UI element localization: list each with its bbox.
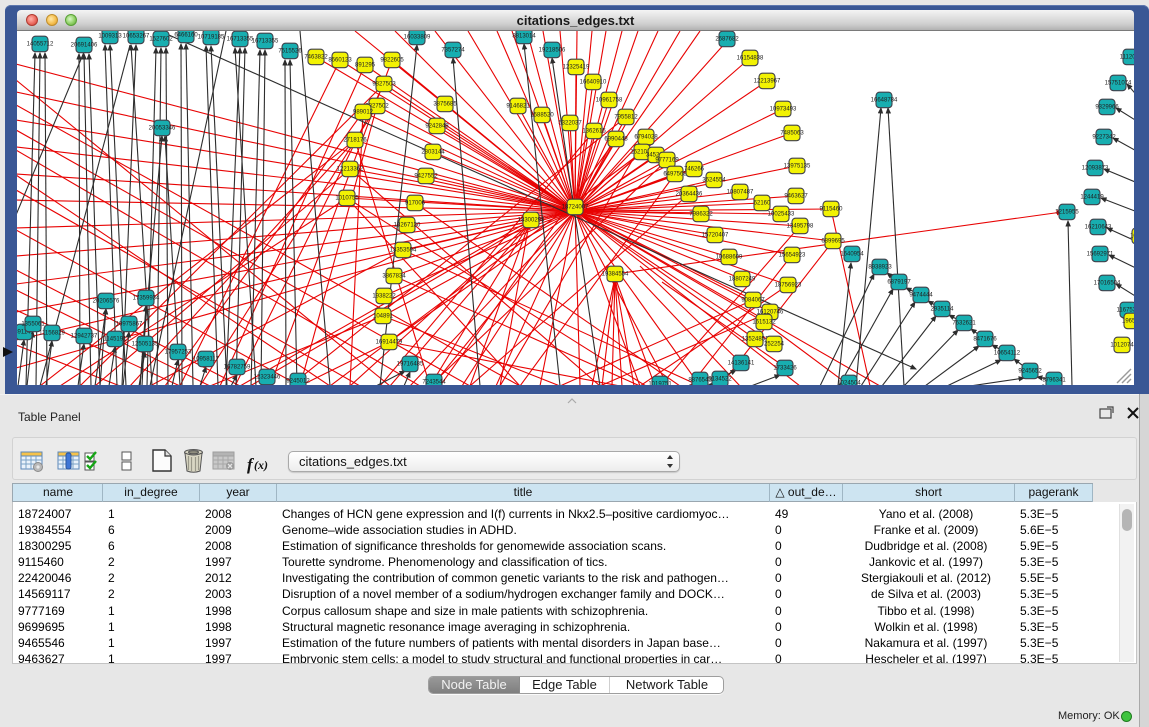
svg-text:9115460: 9115460 bbox=[820, 207, 844, 213]
svg-text:13353594: 13353594 bbox=[390, 248, 417, 254]
svg-text:9463627: 9463627 bbox=[784, 194, 808, 200]
svg-text:3215955: 3215955 bbox=[1055, 210, 1079, 216]
svg-text:9777169: 9777169 bbox=[655, 158, 679, 164]
svg-text:19218506: 19218506 bbox=[539, 48, 566, 54]
svg-text:1938222: 1938222 bbox=[372, 294, 396, 300]
svg-text:20364436: 20364436 bbox=[676, 192, 703, 198]
svg-text:7485063: 7485063 bbox=[780, 131, 804, 137]
svg-text:1733426: 1733426 bbox=[773, 366, 797, 372]
svg-text:6794028: 6794028 bbox=[634, 135, 658, 141]
svg-text:9242848: 9242848 bbox=[425, 124, 449, 130]
svg-text:1024504: 1024504 bbox=[837, 381, 861, 386]
svg-text:12325419: 12325419 bbox=[563, 65, 590, 71]
svg-text:9134522: 9134522 bbox=[708, 377, 732, 383]
svg-text:19384554: 19384554 bbox=[602, 272, 629, 278]
svg-text:62160: 62160 bbox=[754, 201, 771, 207]
svg-text:3875685: 3875685 bbox=[433, 102, 457, 108]
svg-text:3624554: 3624554 bbox=[702, 178, 726, 184]
svg-text:16648784: 16648784 bbox=[871, 98, 898, 104]
svg-text:1167531: 1167531 bbox=[1117, 308, 1134, 314]
svg-text:18756923: 18756923 bbox=[775, 283, 802, 289]
svg-text:15654923: 15654923 bbox=[779, 253, 806, 259]
svg-text:6899695: 6899695 bbox=[821, 239, 845, 245]
svg-text:1112045: 1112045 bbox=[1120, 55, 1134, 61]
svg-text:2803144: 2803144 bbox=[421, 150, 445, 156]
svg-text:9245652: 9245652 bbox=[1018, 369, 1042, 375]
svg-text:1362615: 1362615 bbox=[582, 129, 606, 135]
svg-text:7357274: 7357274 bbox=[441, 48, 465, 54]
svg-text:196553: 196553 bbox=[1122, 319, 1134, 325]
svg-text:2935114: 2935114 bbox=[931, 307, 955, 313]
svg-text:16154838: 16154838 bbox=[737, 56, 764, 62]
svg-text:9827503: 9827503 bbox=[372, 82, 396, 88]
svg-text:7243544: 7243544 bbox=[422, 380, 446, 386]
svg-text:10654112: 10654112 bbox=[994, 351, 1021, 357]
svg-text:1019751: 1019751 bbox=[648, 382, 672, 386]
svg-text:10688609: 10688609 bbox=[716, 255, 743, 261]
svg-text:6879197: 6879197 bbox=[887, 280, 911, 286]
svg-text:2687682: 2687682 bbox=[715, 37, 739, 43]
svg-text:9329966: 9329966 bbox=[1095, 105, 1119, 111]
svg-text:7632621: 7632621 bbox=[952, 321, 976, 327]
svg-text:7463822: 7463822 bbox=[304, 55, 328, 61]
svg-text:9146821: 9146821 bbox=[506, 104, 530, 110]
svg-text:1588520: 1588520 bbox=[530, 113, 554, 119]
svg-text:7986322: 7986322 bbox=[689, 212, 713, 218]
svg-text:9227342: 9227342 bbox=[1092, 135, 1116, 141]
svg-text:(x): (x) bbox=[254, 458, 268, 472]
svg-text:18807249: 18807249 bbox=[729, 277, 756, 283]
svg-text:9427552: 9427552 bbox=[414, 174, 438, 180]
svg-text:9084067: 9084067 bbox=[741, 298, 765, 304]
svg-text:5322037: 5322037 bbox=[558, 121, 582, 127]
svg-text:917006: 917006 bbox=[405, 201, 426, 207]
svg-text:8796341: 8796341 bbox=[1042, 378, 1066, 384]
svg-text:19716485: 19716485 bbox=[397, 362, 424, 368]
svg-text:8471676: 8471676 bbox=[973, 337, 997, 343]
svg-text:18300295: 18300295 bbox=[518, 218, 545, 224]
svg-text:6990448: 6990448 bbox=[604, 137, 628, 143]
svg-text:252254: 252254 bbox=[764, 342, 785, 348]
svg-text:1244419: 1244419 bbox=[1080, 195, 1104, 201]
svg-text:7955812: 7955812 bbox=[614, 115, 638, 121]
svg-text:1012074: 1012074 bbox=[1110, 343, 1134, 349]
svg-text:1640954: 1640954 bbox=[840, 252, 864, 258]
svg-text:16210643: 16210643 bbox=[1085, 225, 1112, 231]
svg-text:16033809: 16033809 bbox=[404, 35, 431, 41]
svg-text:10025433: 10025433 bbox=[768, 212, 795, 218]
svg-text:3867834: 3867834 bbox=[382, 274, 406, 280]
svg-text:1615132: 1615132 bbox=[752, 320, 776, 326]
svg-text:17016504: 17016504 bbox=[1094, 281, 1121, 287]
svg-text:18724007: 18724007 bbox=[562, 205, 589, 211]
svg-text:8660123: 8660123 bbox=[328, 58, 352, 64]
svg-text:13975135: 13975135 bbox=[784, 164, 811, 170]
svg-text:9822605: 9822605 bbox=[380, 58, 404, 64]
svg-text:8813014: 8813014 bbox=[512, 34, 536, 40]
svg-text:14136141: 14136141 bbox=[728, 361, 755, 367]
svg-text:12213967: 12213967 bbox=[754, 79, 781, 85]
svg-text:15720407: 15720407 bbox=[702, 233, 729, 239]
svg-text:13267130: 13267130 bbox=[394, 223, 421, 229]
svg-text:16914479: 16914479 bbox=[376, 340, 403, 346]
svg-text:15751074: 15751074 bbox=[1105, 81, 1132, 87]
svg-text:746266: 746266 bbox=[684, 167, 705, 173]
svg-text:104210: 104210 bbox=[1130, 234, 1134, 240]
svg-text:12093873: 12093873 bbox=[1082, 166, 1109, 172]
svg-text:1010755: 1010755 bbox=[335, 196, 359, 202]
svg-text:8938923: 8938923 bbox=[868, 265, 892, 271]
svg-text:10961758: 10961758 bbox=[596, 98, 623, 104]
svg-text:9474444: 9474444 bbox=[909, 293, 933, 299]
svg-text:10973493: 10973493 bbox=[770, 107, 797, 113]
svg-text:15692971: 15692971 bbox=[1087, 252, 1114, 258]
svg-text:12213362: 12213362 bbox=[337, 167, 364, 173]
svg-text:16640910: 16640910 bbox=[580, 80, 607, 86]
svg-text:2718176: 2718176 bbox=[343, 138, 367, 144]
svg-text:13495798: 13495798 bbox=[787, 224, 814, 230]
svg-text:10807487: 10807487 bbox=[727, 190, 754, 196]
svg-text:104891: 104891 bbox=[373, 314, 394, 320]
svg-text:989012: 989012 bbox=[353, 110, 374, 116]
svg-text:891295: 891295 bbox=[355, 63, 376, 69]
